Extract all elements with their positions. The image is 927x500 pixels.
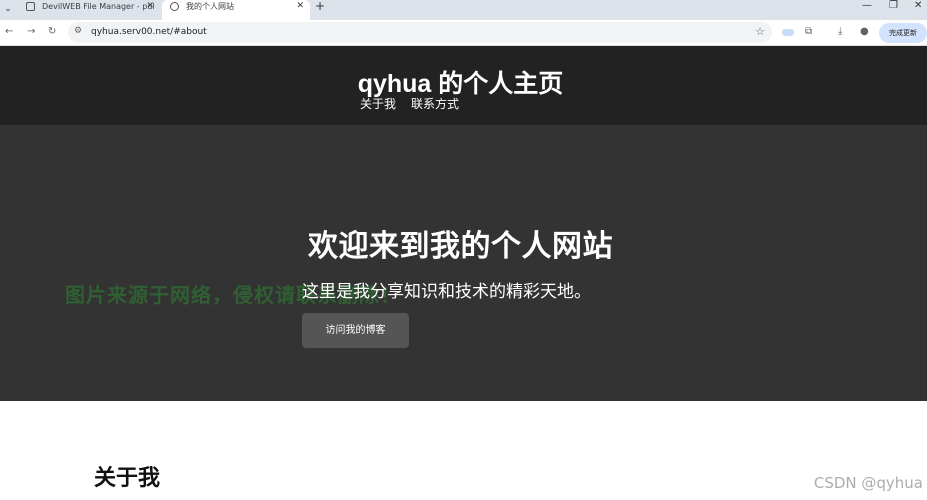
tab-personal-site[interactable]: 我的个人网站 ✕ <box>162 0 310 20</box>
minimize-icon[interactable]: — <box>862 0 872 12</box>
update-button[interactable]: 完成更新 <box>879 23 927 43</box>
globe-icon <box>170 2 179 11</box>
about-heading: 关于我 <box>94 466 161 491</box>
back-icon[interactable]: ← <box>5 25 13 39</box>
update-label: 完成更新 <box>889 29 917 37</box>
profile-icon[interactable]: ● <box>860 25 869 39</box>
visit-blog-button[interactable]: 访问我的博客 <box>302 313 409 348</box>
tab-label: 我的个人网站 <box>186 2 234 11</box>
site-title: qyhua 的个人主页 <box>357 70 564 98</box>
tab-label: DevilWEB File Manager - pul <box>42 2 155 11</box>
restore-icon[interactable]: ❐ <box>889 0 898 12</box>
url-text[interactable]: qyhua.serv00.net/#about <box>91 27 207 37</box>
site-info-icon[interactable]: ⚙ <box>74 26 82 36</box>
nav-link-contact[interactable]: 联系方式 <box>411 95 459 112</box>
site-header: qyhua 的个人主页 关于我 联系方式 <box>0 46 927 125</box>
csdn-watermark: CSDN @qyhua <box>813 474 923 492</box>
hero-title: 欢迎来到我的个人网站 <box>308 229 613 264</box>
address-bar[interactable]: ⚙ qyhua.serv00.net/#about ☆ <box>68 22 772 43</box>
reload-icon[interactable]: ↻ <box>48 25 56 39</box>
tab-devilweb[interactable]: DevilWEB File Manager - pul ✕ <box>18 0 160 20</box>
bookmark-star-icon[interactable]: ☆ <box>755 25 765 38</box>
hero-section: 欢迎来到我的个人网站 图片来源于网络，侵权请联系删除！ 这里是我分享知识和技术的… <box>0 125 927 401</box>
new-tab-button[interactable]: + <box>315 0 325 13</box>
close-tab-icon[interactable]: ✕ <box>296 0 304 13</box>
tab-search-icon[interactable]: ⌄ <box>2 2 14 16</box>
folder-icon <box>26 2 35 11</box>
nav-link-about[interactable]: 关于我 <box>360 95 396 112</box>
browser-toolbar: ← → ↻ ⚙ qyhua.serv00.net/#about ☆ ⧉ ⤓ ● … <box>0 20 927 46</box>
extensions-icon[interactable]: ⧉ <box>805 25 812 39</box>
extension-badge-icon[interactable] <box>782 29 794 36</box>
hero-subtitle: 这里是我分享知识和技术的精彩天地。 <box>302 282 591 302</box>
forward-icon[interactable]: → <box>27 25 35 39</box>
close-tab-icon[interactable]: ✕ <box>146 0 154 13</box>
window-close-icon[interactable]: ✕ <box>914 0 922 12</box>
browser-tab-strip: ⌄ DevilWEB File Manager - pul ✕ 我的个人网站 ✕… <box>0 0 927 20</box>
download-icon[interactable]: ⤓ <box>838 25 842 39</box>
